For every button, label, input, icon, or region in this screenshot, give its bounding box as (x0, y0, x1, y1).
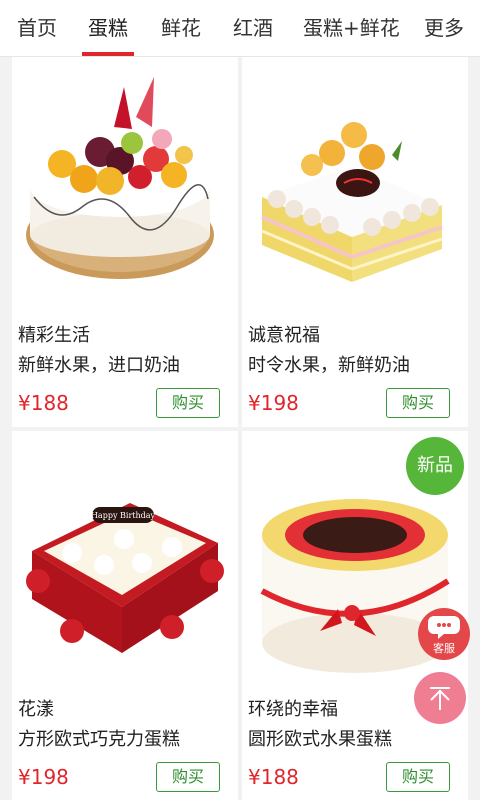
arrow-up-icon (430, 687, 450, 710)
tab-more[interactable]: 更多 (424, 0, 464, 56)
service-label: 客服 (433, 642, 455, 655)
tab-label: 红酒 (233, 16, 273, 40)
tab-cake[interactable]: 蛋糕 (82, 0, 134, 56)
category-tab-bar: 首页 蛋糕 鲜花 红酒 蛋糕+鲜花 更多 (0, 0, 480, 57)
buy-button[interactable]: 购买 (156, 388, 220, 418)
product-card[interactable]: 精彩生活 新鲜水果，进口奶油 ¥188 购买 (12, 57, 238, 427)
tab-cake-flowers[interactable]: 蛋糕+鲜花 (303, 0, 400, 56)
product-description: 新鲜水果，进口奶油 (18, 355, 180, 376)
chat-bubble-icon (428, 616, 460, 639)
product-price: ¥198 (18, 765, 69, 789)
tab-label: 蛋糕 (88, 16, 128, 40)
petal-cake-icon: Happy Birthday (26, 503, 224, 653)
product-title: 精彩生活 (18, 325, 90, 346)
tab-flowers[interactable]: 鲜花 (161, 0, 201, 56)
product-price: ¥188 (248, 765, 299, 789)
product-description: 圆形欧式水果蛋糕 (248, 729, 392, 750)
buy-button[interactable]: 购买 (386, 388, 450, 418)
product-title: 环绕的幸福 (248, 699, 338, 720)
product-price: ¥198 (248, 391, 299, 415)
product-title: 诚意祝福 (248, 325, 320, 346)
happy-birthday-plaque: Happy Birthday (91, 511, 156, 520)
product-grid: 精彩生活 新鲜水果，进口奶油 ¥188 购买 诚意祝福 时令水果，新鲜奶油 ¥1… (0, 57, 480, 800)
tab-wine[interactable]: 红酒 (233, 0, 273, 56)
new-badge: 新品 (406, 437, 464, 495)
tab-home[interactable]: 首页 (17, 0, 57, 56)
buy-button[interactable]: 购买 (156, 762, 220, 792)
product-card[interactable]: Happy Birthday 花漾 方形欧式巧克力蛋糕 ¥198 购买 (12, 431, 238, 800)
active-tab-indicator (82, 52, 134, 56)
layered-cake-icon (261, 122, 443, 282)
product-price: ¥188 (18, 391, 69, 415)
tab-label: 首页 (17, 16, 57, 40)
tab-label: 鲜花 (161, 16, 201, 40)
tab-label: 更多 (424, 16, 464, 40)
product-title: 花漾 (18, 699, 54, 720)
product-description: 方形欧式巧克力蛋糕 (18, 729, 180, 750)
product-card[interactable]: 诚意祝福 时令水果，新鲜奶油 ¥198 购买 (242, 57, 468, 427)
buy-button[interactable]: 购买 (386, 762, 450, 792)
customer-service-button[interactable]: 客服 (418, 608, 470, 660)
fruit-cake-icon (26, 77, 214, 279)
back-to-top-button[interactable] (414, 672, 466, 724)
tab-label: 蛋糕+鲜花 (303, 16, 400, 40)
product-description: 时令水果，新鲜奶油 (248, 355, 410, 376)
